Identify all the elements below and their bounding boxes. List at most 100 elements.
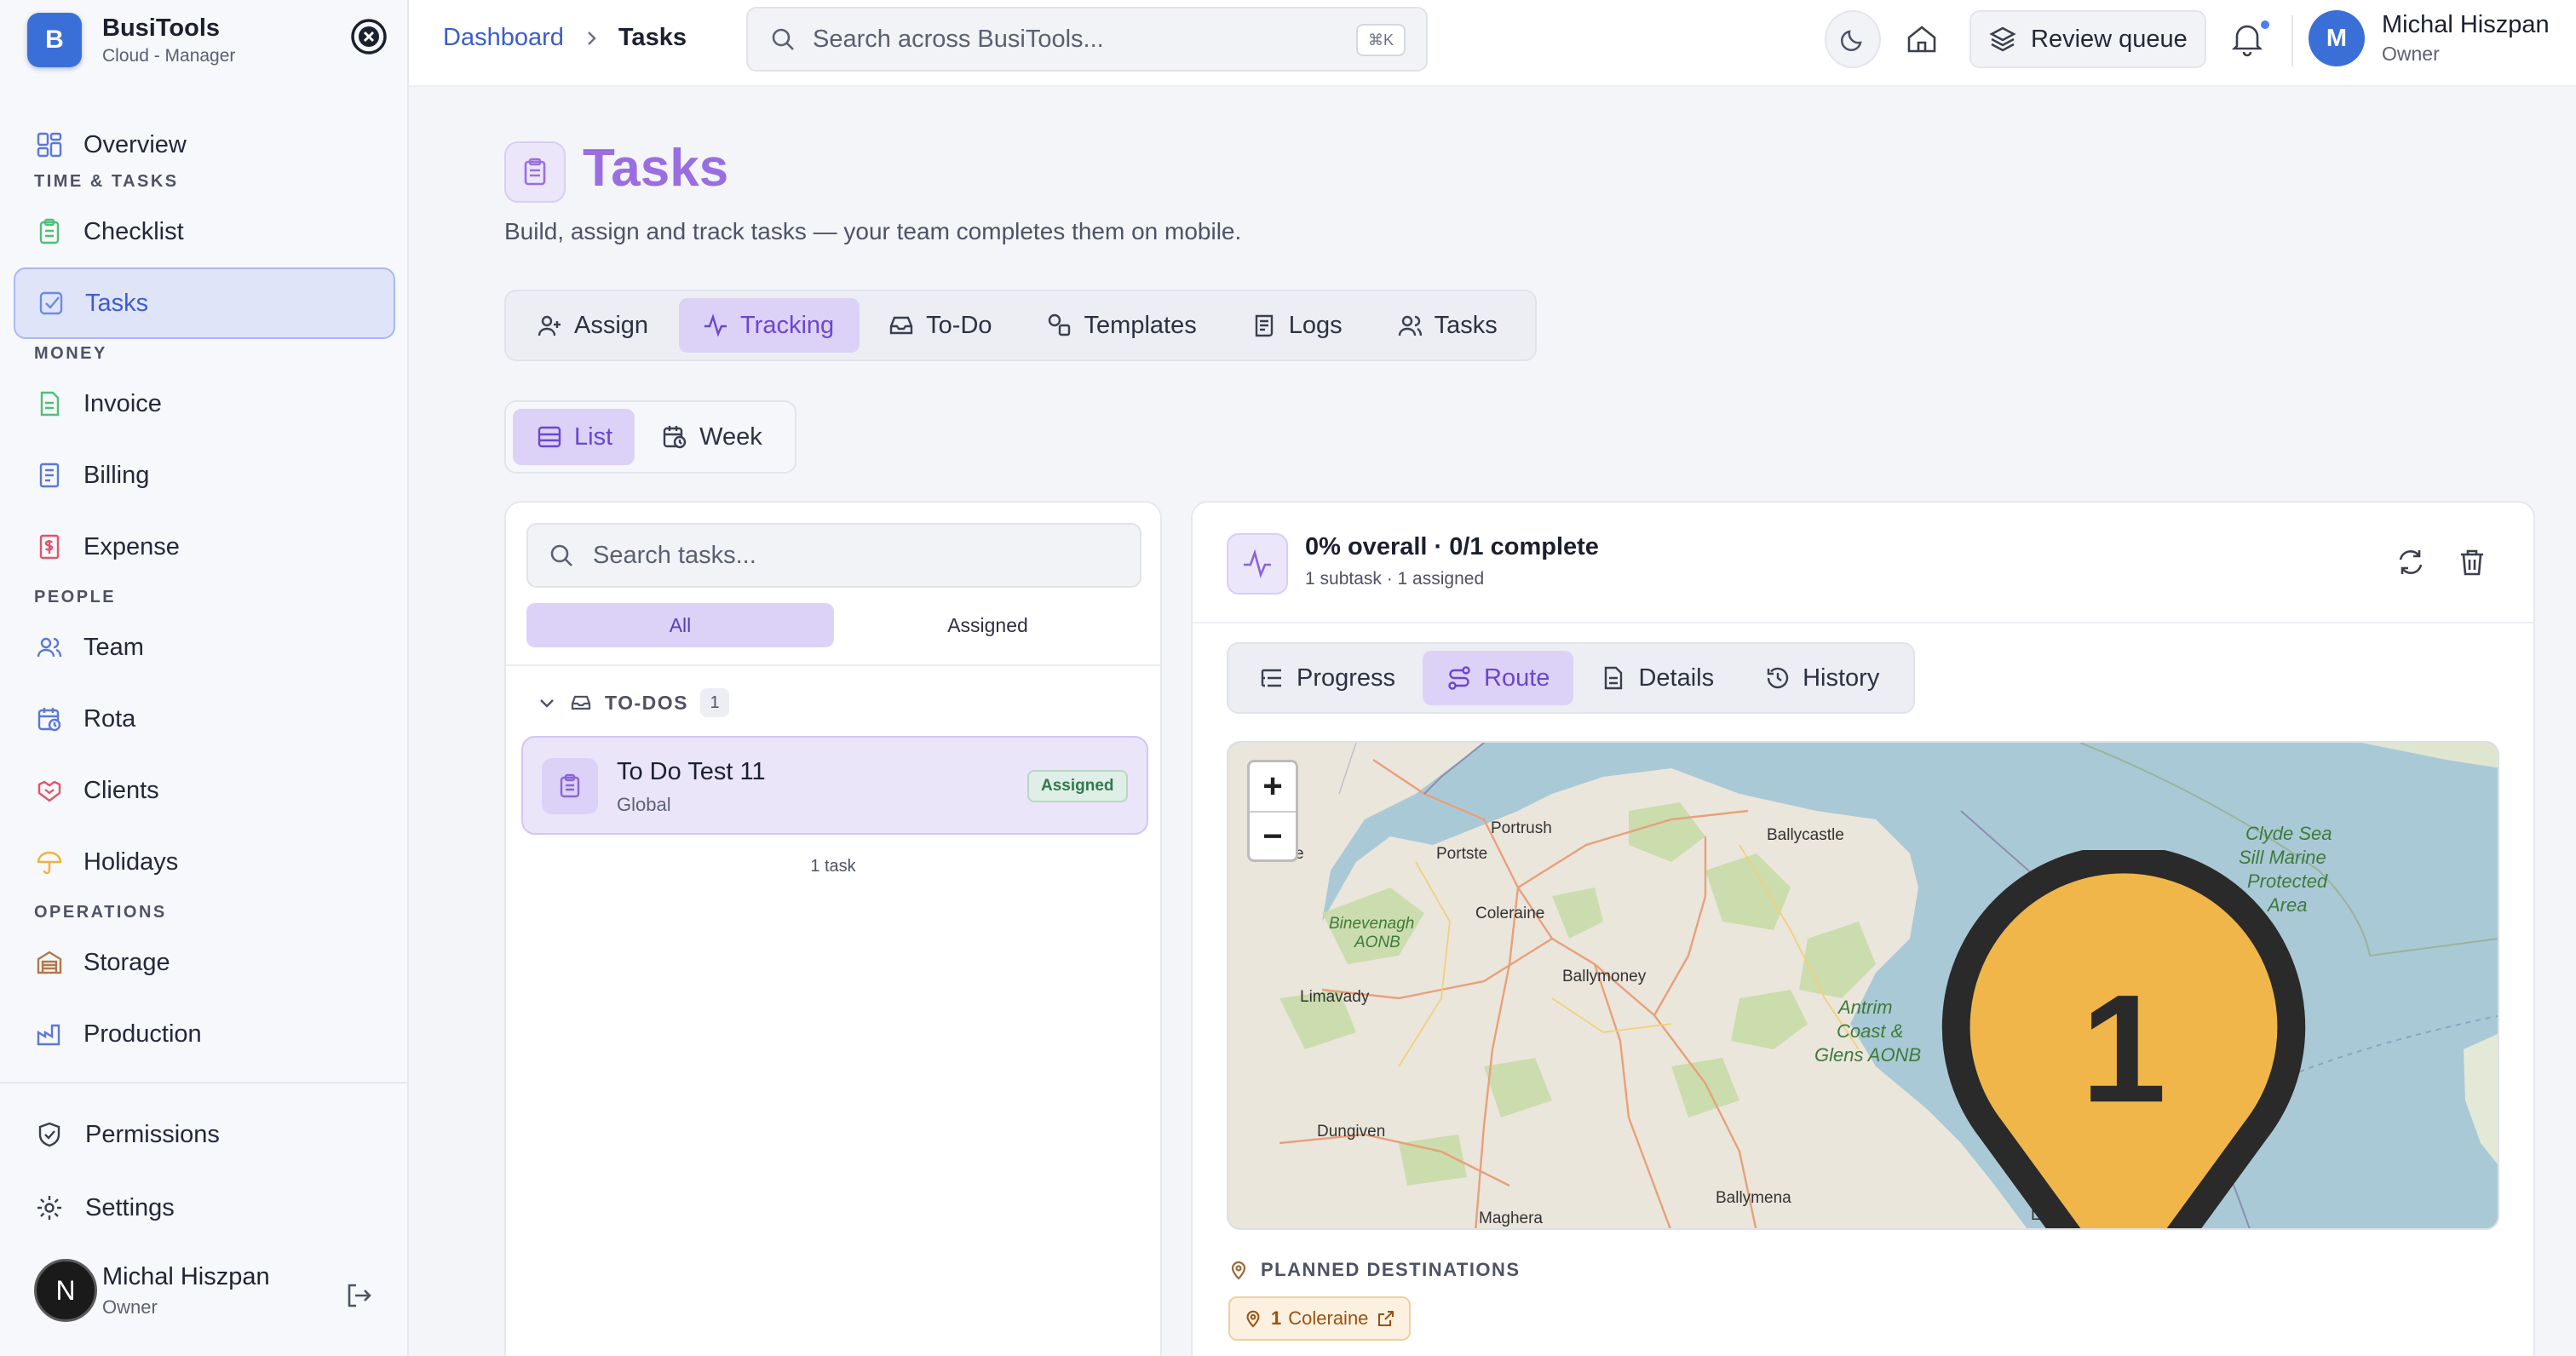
route-map[interactable]: Portrush Portste Coleraine Ballycastle B… [1227, 741, 2499, 1230]
sidebar-nav: Overview TIME & TASKS Checklist Tasks MO… [14, 111, 395, 1082]
sidebar-item-billing[interactable]: Billing [14, 440, 395, 511]
sidebar-item-label: Holidays [83, 848, 179, 876]
tab-route[interactable]: Route [1423, 651, 1574, 705]
route-icon [1448, 666, 1470, 690]
tab-logs[interactable]: Logs [1228, 298, 1368, 353]
breadcrumb-dashboard[interactable]: Dashboard [443, 24, 564, 52]
history-icon [1767, 667, 1789, 689]
sidebar-item-permissions[interactable]: Permissions [36, 1109, 220, 1160]
grid-icon [37, 132, 62, 158]
pin-number: 1 [2081, 963, 2166, 1135]
sidebar-item-rota[interactable]: Rota [14, 683, 395, 755]
tab-label: Templates [1084, 311, 1197, 339]
tab-label: History [1803, 664, 1880, 692]
detail-tabs: Progress Route Details History [1227, 642, 1916, 714]
settings-label: Settings [85, 1193, 175, 1221]
user-menu[interactable]: M Michal Hiszpan Owner [2309, 10, 2550, 66]
calendar-clock-icon [37, 708, 61, 732]
sidebar-item-production[interactable]: Production [14, 998, 395, 1070]
status-badge: Assigned [1027, 770, 1128, 802]
view-list-button[interactable]: List [513, 409, 635, 465]
chevron-down-icon [540, 699, 554, 708]
shield-check-icon [38, 1122, 60, 1147]
checkbox-icon [39, 291, 63, 315]
sidebar-item-clients[interactable]: Clients [14, 755, 395, 826]
task-search-input[interactable]: Search tasks... [526, 523, 1141, 588]
map-label-binevenagh-2: AONB [1354, 934, 1400, 951]
sidebar-item-label: Production [83, 1020, 202, 1048]
sidebar-item-storage[interactable]: Storage [14, 927, 395, 998]
page-subtitle: Build, assign and track tasks — your tea… [504, 218, 1242, 244]
tab-label: Tasks [1434, 311, 1498, 339]
group-header-todos[interactable]: TO-DOS 1 [537, 688, 730, 717]
logout-icon[interactable] [344, 1281, 373, 1310]
task-card[interactable]: To Do Test 11 Global Assigned [521, 736, 1148, 835]
sidebar-item-label: Expense [83, 532, 180, 560]
user-name: Michal Hiszpan [102, 1262, 270, 1290]
tab-label: Progress [1297, 664, 1396, 692]
tab-history[interactable]: History [1741, 651, 1903, 705]
view-week-button[interactable]: Week [638, 409, 785, 465]
zoom-out-button[interactable]: − [1250, 813, 1296, 861]
calendar-clock-icon [663, 426, 687, 449]
task-scope: Global [617, 794, 671, 815]
destination-number: 1 [1271, 1307, 1282, 1329]
global-search-input[interactable]: Search across BusiTools... ⌘K [746, 7, 1428, 72]
clipboard-icon [560, 773, 580, 798]
page-tabs: Assign Tracking To-Do Templates Logs Tas… [504, 290, 1537, 361]
avatar: M [2309, 10, 2365, 66]
sidebar-item-checklist[interactable]: Checklist [14, 196, 395, 267]
permissions-label: Permissions [85, 1120, 220, 1148]
user-icon [1398, 315, 1422, 336]
filter-assigned[interactable]: Assigned [834, 603, 1141, 647]
sidebar-item-settings[interactable]: Settings [36, 1182, 175, 1233]
list-icon [538, 426, 561, 448]
receipt-icon [39, 463, 60, 488]
home-icon[interactable] [1905, 22, 1939, 56]
filter-all[interactable]: All [526, 603, 834, 647]
task-filter: All Assigned [526, 603, 1141, 647]
destination-chip[interactable]: 1 Coleraine [1228, 1296, 1412, 1341]
detail-icon [1227, 533, 1288, 595]
sidebar-item-team[interactable]: Team [14, 612, 395, 683]
tab-tasks[interactable]: Tasks [1373, 298, 1523, 353]
tab-templates[interactable]: Templates [1023, 298, 1222, 353]
map-pin-icon [1231, 1261, 1246, 1280]
tab-todo[interactable]: To-Do [865, 298, 1017, 353]
map-label-clyde-1: Clyde Sea [2245, 823, 2332, 844]
moon-icon [1841, 30, 1862, 51]
review-queue-button[interactable]: Review queue [1969, 10, 2206, 68]
detail-title: 0% overall · 0/1 complete [1305, 533, 1599, 560]
tab-details[interactable]: Details [1577, 651, 1738, 705]
theme-toggle-button[interactable] [1825, 10, 1881, 68]
group-count-badge: 1 [700, 688, 730, 717]
sidebar-item-label: Storage [83, 948, 170, 976]
inbox-icon [889, 316, 913, 335]
sidebar-item-tasks[interactable]: Tasks [14, 267, 395, 339]
search-icon [772, 28, 794, 50]
divider [506, 664, 1160, 666]
sidebar-item-label: Billing [83, 461, 150, 489]
close-sidebar-icon[interactable] [349, 17, 388, 56]
sidebar-item-label: Tasks [85, 289, 149, 317]
map-pin-marker[interactable]: 1 [1487, 850, 2499, 1230]
map-zoom-controls: + − [1247, 760, 1298, 862]
tab-assign[interactable]: Assign [513, 298, 674, 353]
map-label-portstewart: Portste [1436, 845, 1487, 863]
brand-name: BusiTools [102, 14, 221, 42]
sidebar-item-expense[interactable]: Expense [14, 511, 395, 583]
task-title: To Do Test 11 [617, 758, 766, 785]
tab-tracking[interactable]: Tracking [679, 298, 860, 353]
tab-progress[interactable]: Progress [1235, 651, 1419, 705]
handshake-icon [37, 780, 61, 802]
sidebar-user[interactable]: N Michal Hiszpan Owner [34, 1259, 270, 1322]
sidebar-item-invoice[interactable]: Invoice [14, 368, 395, 440]
sidebar-item-holidays[interactable]: Holidays [14, 826, 395, 898]
tab-label: Route [1484, 664, 1550, 692]
trash-icon[interactable] [2457, 547, 2487, 577]
zoom-in-button[interactable]: + [1250, 762, 1296, 811]
refresh-icon[interactable] [2395, 547, 2426, 577]
brand[interactable]: B BusiTools Cloud - Manager [27, 12, 235, 68]
user-role: Owner [102, 1296, 158, 1318]
clipboard-icon [39, 218, 60, 244]
